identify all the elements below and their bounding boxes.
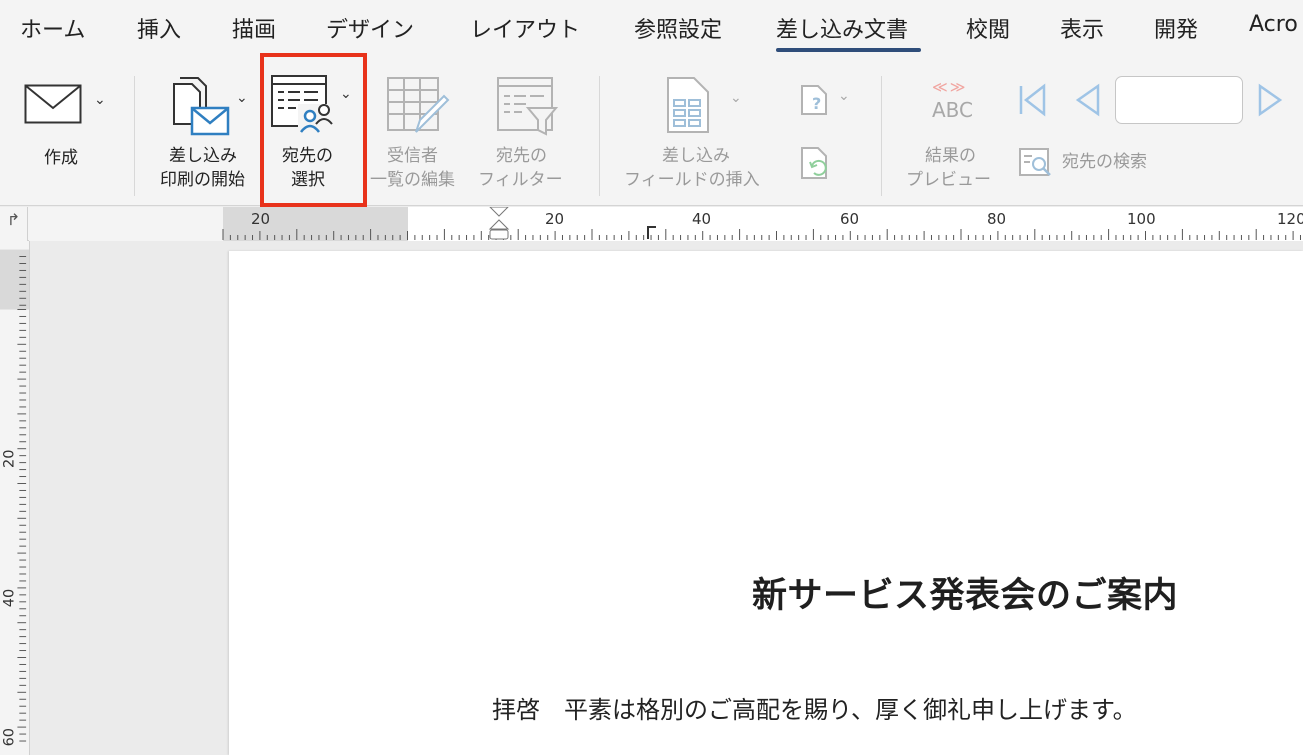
filter-recipients-label-1: 宛先の (496, 146, 547, 166)
preview-mark: ≪≫ (932, 78, 968, 96)
ruler-label: 120 (1277, 210, 1303, 228)
tab-developer[interactable]: 開発 (1154, 12, 1198, 44)
ruler-label: 40 (2, 589, 18, 607)
svg-text:?: ? (812, 94, 821, 113)
tab-insert[interactable]: 挿入 (137, 12, 181, 44)
next-record-button[interactable] (1256, 80, 1286, 120)
insert-field-icon (667, 77, 709, 133)
find-recipient-label: 宛先の検索 (1062, 152, 1147, 172)
insert-field-label-2: フィールドの挿入 (624, 170, 760, 190)
envelope-icon (24, 84, 82, 124)
first-record-button[interactable] (1016, 80, 1050, 120)
tab-stop-selector[interactable]: ↱ (0, 207, 28, 241)
highlight-box (260, 53, 367, 207)
next-record-icon (1258, 83, 1283, 117)
ruler-label: 20 (2, 450, 18, 468)
tab-home[interactable]: ホーム (20, 12, 85, 44)
table-pencil-icon (387, 77, 450, 133)
find-recipient-button[interactable]: 宛先の検索 (1018, 146, 1168, 180)
previous-record-icon (1075, 83, 1100, 117)
chevron-down-icon: ⌄ (730, 90, 742, 106)
tab-design[interactable]: デザイン (326, 12, 414, 44)
insert-field-label-1: 差し込み (662, 146, 730, 166)
tab-view[interactable]: 表示 (1060, 12, 1104, 44)
document-title[interactable]: 新サービス発表会のご案内 (752, 567, 1178, 618)
ruler-label: 20 (545, 210, 564, 228)
first-record-icon (1019, 83, 1046, 117)
ruler-label: 80 (987, 210, 1006, 228)
ribbon-separator (134, 76, 135, 196)
rules-button[interactable]: ? ⌄ (796, 82, 860, 118)
document-page[interactable] (229, 251, 1303, 755)
record-number-input[interactable] (1115, 76, 1243, 124)
create-label: 作成 (44, 148, 78, 168)
edit-recipients-label-2: 一覧の編集 (370, 170, 455, 190)
document-body-text[interactable]: 拝啓 平素は格別のご高配を賜り、厚く御礼申し上げます。 (492, 690, 1137, 725)
chevron-down-icon: ⌄ (94, 92, 106, 108)
preview-results-label-2: プレビュー (906, 170, 991, 190)
tab-draw[interactable]: 描画 (232, 12, 276, 44)
table-funnel-icon (497, 77, 559, 136)
find-recipient-icon (1019, 148, 1051, 176)
ribbon-separator (881, 76, 882, 196)
ribbon-tab-bar: ホーム 挿入 描画 デザイン レイアウト 参照設定 差し込み文書 校閲 表示 開… (0, 0, 1303, 56)
start-merge-label-2: 印刷の開始 (160, 170, 245, 190)
edit-recipients-label-1: 受信者 (387, 146, 438, 166)
tab-mailings[interactable]: 差し込み文書 (776, 12, 908, 44)
tab-review[interactable]: 校閲 (966, 12, 1010, 44)
left-indent-marker (489, 229, 509, 240)
chevron-down-icon: ⌄ (838, 88, 850, 104)
ruler-label: 20 (251, 210, 270, 228)
ruler-label: 100 (1127, 210, 1156, 228)
tab-references[interactable]: 参照設定 (634, 12, 722, 44)
preview-abc-text: ABC (932, 98, 974, 122)
update-labels-button[interactable] (796, 144, 836, 184)
preview-results-label-1: 結果の (925, 146, 976, 166)
ribbon-separator (599, 76, 600, 196)
filter-recipients-label-2: フィルター (478, 170, 563, 190)
ruler-label: 60 (2, 728, 18, 746)
rules-icon: ? (801, 85, 827, 115)
tab-acrobat[interactable]: Acro (1249, 12, 1298, 37)
ruler-label: 40 (692, 210, 711, 228)
documents-envelope-icon (173, 77, 230, 136)
preview-abc-icon: ≪≫ ABC (928, 78, 984, 126)
vertical-ruler[interactable]: 20 40 60 (0, 241, 30, 755)
horizontal-ruler[interactable]: 20 20 40 60 80 100 120 (29, 207, 1303, 241)
active-tab-indicator (776, 48, 921, 52)
tab-layout[interactable]: レイアウト (470, 12, 580, 44)
update-labels-icon (801, 147, 827, 179)
chevron-down-icon: ⌄ (236, 90, 248, 106)
ruler-label: 60 (840, 210, 859, 228)
start-merge-label-1: 差し込み (169, 146, 237, 166)
previous-record-button[interactable] (1072, 80, 1102, 120)
